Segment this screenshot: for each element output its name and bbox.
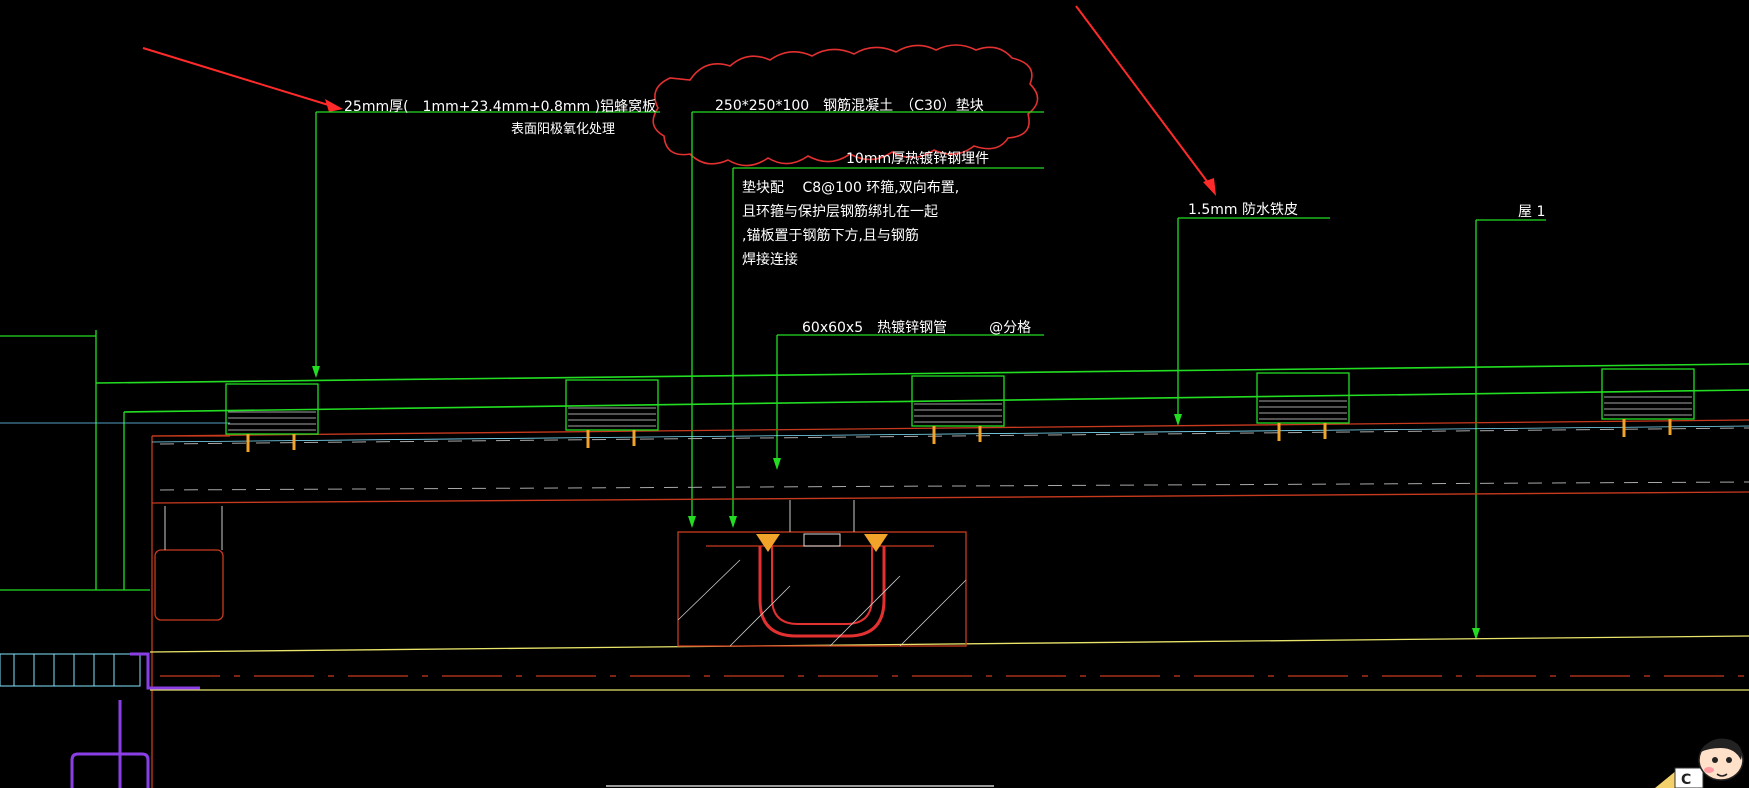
gutter-detail bbox=[677, 500, 967, 647]
roof-label: 屋 1 bbox=[1518, 204, 1545, 220]
panel-spec-line1: 25mm厚( 1mm+23.4mm+0.8mm )铝蜂窝板 bbox=[344, 98, 656, 115]
cartoon-character-icon: C bbox=[1655, 738, 1744, 788]
rebar-note-line1: 垫块配 C8@100 环箍,双向布置, bbox=[742, 179, 959, 196]
left-wall bbox=[0, 330, 230, 788]
svg-text:C: C bbox=[1681, 772, 1691, 788]
cladding-lines bbox=[95, 363, 1749, 413]
cad-viewport[interactable]: 25mm厚( 1mm+23.4mm+0.8mm )铝蜂窝板 表面阳极氧化处理 2… bbox=[0, 0, 1749, 788]
tube-label: 60x60x5 热镀锌钢管 @分格 bbox=[802, 319, 1031, 336]
red-arrow-left bbox=[142, 47, 343, 112]
louver-detail bbox=[0, 652, 200, 788]
red-arrow-right bbox=[1075, 5, 1216, 196]
rebar-note-line2: 且环箍与保护层钢筋绑扎在一起 bbox=[742, 203, 938, 220]
waterproof-label: 1.5mm 防水铁皮 bbox=[1188, 202, 1298, 218]
embed-plate-label: 10mm厚热镀锌钢埋件 bbox=[846, 150, 989, 167]
panel-spec-line2: 表面阳极氧化处理 bbox=[511, 122, 615, 137]
roof-slab bbox=[149, 419, 1749, 691]
rebar-note-line4: 焊接连接 bbox=[742, 251, 798, 268]
rebar-note-line3: ,锚板置于钢筋下方,且与钢筋 bbox=[742, 227, 919, 244]
cad-drawing[interactable]: 25mm厚( 1mm+23.4mm+0.8mm )铝蜂窝板 表面阳极氧化处理 2… bbox=[0, 0, 1749, 788]
pad-hatching bbox=[228, 396, 1692, 431]
block-spec: 250*250*100 钢筋混凝土 （C30）垫块 bbox=[715, 97, 984, 114]
